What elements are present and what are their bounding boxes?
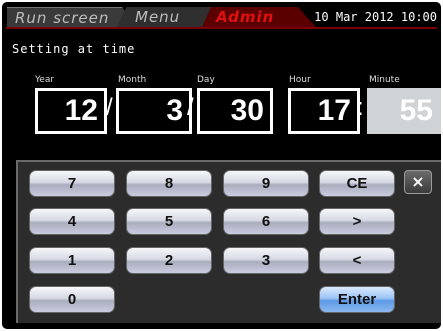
month-label: Month [118,75,147,85]
key-ce[interactable]: CE [319,170,395,197]
hour-field[interactable]: 17 [288,88,360,134]
minute-field[interactable]: 55 [367,88,441,134]
minute-label: Minute [369,75,400,85]
tab-underline [6,27,437,29]
key-4[interactable]: 4 [29,208,115,235]
date-separator: / [106,94,113,121]
clock-datetime: 10 Mar 2012 10:00 [314,10,437,24]
key-0[interactable]: 0 [29,286,115,313]
key-9[interactable]: 9 [223,170,309,197]
key-prev[interactable]: < [319,247,395,274]
key-next[interactable]: > [319,208,395,235]
day-field[interactable]: 30 [197,88,273,134]
key-3[interactable]: 3 [223,247,309,274]
key-6[interactable]: 6 [223,208,309,235]
key-7[interactable]: 7 [29,170,115,197]
key-5[interactable]: 5 [126,208,212,235]
date-separator: / [187,94,194,121]
enter-button[interactable]: Enter [319,286,395,313]
key-8[interactable]: 8 [126,170,212,197]
screen: Run screen Menu Admin 10 Mar 2012 10:00 … [2,2,441,329]
year-label: Year [35,75,55,85]
year-field[interactable]: 12 [35,88,107,134]
tab-admin[interactable]: Admin [202,7,316,27]
month-field[interactable]: 3 [116,88,192,134]
hour-label: Hour [289,75,311,85]
tab-run-screen[interactable]: Run screen [7,7,135,28]
panel-title: Setting at time [12,42,136,56]
time-separator: : [357,94,364,121]
key-2[interactable]: 2 [126,247,212,274]
key-1[interactable]: 1 [29,247,115,274]
day-label: Day [197,75,215,85]
close-icon[interactable]: × [404,170,432,194]
